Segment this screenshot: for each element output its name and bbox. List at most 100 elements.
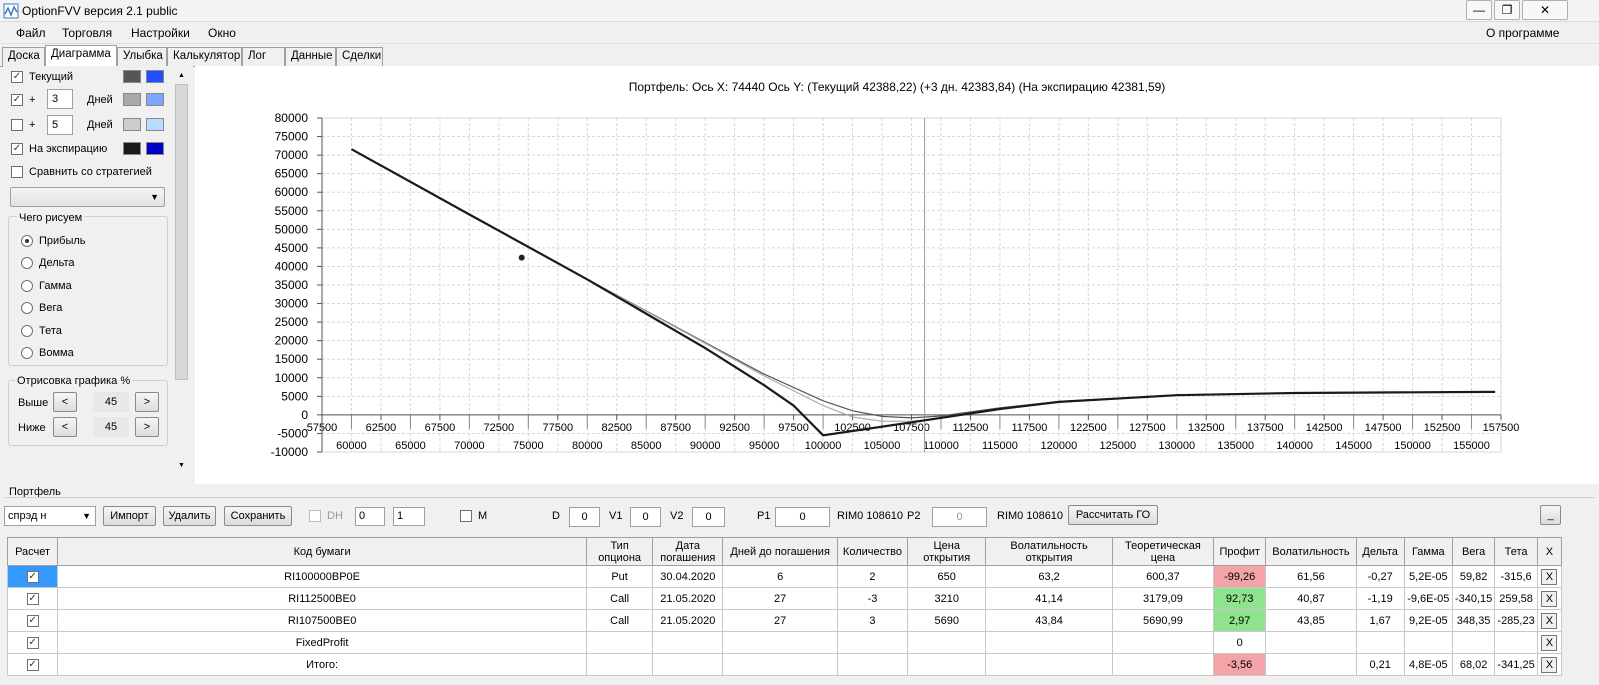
- expiry-color2-swatch[interactable]: [146, 142, 164, 155]
- radio-theta[interactable]: [21, 325, 33, 337]
- row-calc-checkbox[interactable]: ✓: [26, 592, 39, 605]
- above-dec-button[interactable]: <: [53, 392, 77, 412]
- radio-vega[interactable]: [21, 302, 33, 314]
- current-color2-swatch[interactable]: [146, 70, 164, 83]
- plus2-days-input[interactable]: 5: [47, 115, 73, 135]
- row-remove-cell[interactable]: X: [1536, 565, 1563, 588]
- v1-field[interactable]: 0: [630, 507, 661, 527]
- row-calc-checkbox[interactable]: ✓: [26, 614, 39, 627]
- tab-data[interactable]: Данные: [285, 47, 336, 66]
- menu-about[interactable]: О программе: [1486, 26, 1559, 40]
- calc-go-button[interactable]: Рассчитать ГО: [1068, 505, 1158, 525]
- table-row[interactable]: ✓ FixedProfit 0 X: [6, 631, 1563, 654]
- menu-settings[interactable]: Настройки: [131, 26, 190, 40]
- below-inc-button[interactable]: >: [135, 417, 159, 437]
- portfolio-selector[interactable]: спрэд н ▼: [4, 506, 96, 526]
- expiry-checkbox[interactable]: ✓: [11, 143, 23, 155]
- tab-diagram[interactable]: Диаграмма: [45, 45, 117, 67]
- col-delta[interactable]: Дельта: [1355, 537, 1405, 566]
- scroll-down-icon[interactable]: ▼: [178, 462, 185, 469]
- tab-calculator[interactable]: Калькулятор: [167, 47, 242, 66]
- import-button[interactable]: Импорт: [103, 506, 156, 526]
- col-open-price[interactable]: Цена открытия: [907, 537, 987, 566]
- save-button[interactable]: Сохранить: [224, 506, 292, 526]
- dh-spinner-2[interactable]: 1: [393, 507, 425, 526]
- dh-spinner-1[interactable]: 0: [355, 507, 385, 526]
- d-field[interactable]: 0: [569, 507, 600, 527]
- expiry-color1-swatch[interactable]: [123, 142, 141, 155]
- col-expiry-date[interactable]: Дата погашения: [652, 537, 724, 566]
- col-theor-price[interactable]: Теоретическая цена: [1111, 537, 1215, 566]
- row-calc-checkbox[interactable]: ✓: [26, 570, 39, 583]
- col-type[interactable]: Тип опциона: [585, 537, 654, 566]
- plus1-color1-swatch[interactable]: [123, 93, 141, 106]
- scroll-up-icon[interactable]: ▲: [178, 72, 185, 79]
- row-remove-button[interactable]: X: [1541, 612, 1558, 629]
- col-qty[interactable]: Количество: [836, 537, 909, 566]
- radio-gamma[interactable]: [21, 280, 33, 292]
- col-profit[interactable]: Профит: [1213, 537, 1267, 566]
- v2-field[interactable]: 0: [692, 507, 725, 527]
- plus1-days-input[interactable]: 3: [47, 89, 73, 109]
- row-calc-checkbox[interactable]: ✓: [26, 636, 39, 649]
- plus1-checkbox[interactable]: ✓: [11, 94, 23, 106]
- radio-profit[interactable]: [21, 235, 33, 247]
- dh-checkbox[interactable]: [309, 510, 321, 522]
- m-checkbox[interactable]: [460, 510, 472, 522]
- current-checkbox[interactable]: ✓: [11, 71, 23, 83]
- col-open-vol[interactable]: Волатильность открытия: [985, 537, 1113, 566]
- compare-checkbox[interactable]: [11, 166, 23, 178]
- strategy-dropdown[interactable]: ▼: [10, 187, 165, 207]
- plus2-color1-swatch[interactable]: [123, 118, 141, 131]
- row-calc-checkbox-cell[interactable]: ✓: [6, 631, 59, 654]
- row-remove-cell[interactable]: X: [1536, 609, 1563, 632]
- table-row[interactable]: ✓ Итого: -3,56 0,21 4,8E-05 68,02 -341,25 X: [6, 653, 1563, 676]
- radio-vomma[interactable]: [21, 347, 33, 359]
- row-remove-cell[interactable]: X: [1536, 653, 1563, 676]
- plus2-color2-swatch[interactable]: [146, 118, 164, 131]
- col-code[interactable]: Код бумаги: [57, 537, 587, 566]
- tab-smile[interactable]: Улыбка: [117, 47, 167, 66]
- row-calc-checkbox-cell[interactable]: ✓: [6, 653, 59, 676]
- profit-chart[interactable]: 8000075000700006500060000550005000045000…: [195, 66, 1599, 484]
- col-vol[interactable]: Волатильность: [1265, 537, 1357, 566]
- col-days[interactable]: Дней до погашения: [722, 537, 838, 566]
- left-scrollbar[interactable]: ▲ ▼: [174, 70, 190, 474]
- row-remove-button[interactable]: X: [1541, 656, 1558, 673]
- tab-log[interactable]: Лог: [242, 47, 285, 66]
- row-calc-checkbox-cell[interactable]: ✓: [6, 587, 59, 610]
- menu-file[interactable]: Файл: [16, 26, 46, 40]
- tab-deals[interactable]: Сделки: [336, 47, 383, 66]
- col-theta[interactable]: Тета: [1494, 537, 1538, 566]
- row-remove-button[interactable]: X: [1541, 634, 1558, 651]
- close-button[interactable]: ✕: [1522, 0, 1568, 20]
- p2-field[interactable]: 0: [932, 507, 987, 527]
- row-remove-button[interactable]: X: [1541, 568, 1558, 585]
- row-remove-cell[interactable]: X: [1536, 631, 1563, 654]
- radio-delta[interactable]: [21, 257, 33, 269]
- row-calc-checkbox-cell[interactable]: ✓: [6, 609, 59, 632]
- minimize-button[interactable]: —: [1466, 0, 1492, 20]
- below-dec-button[interactable]: <: [53, 417, 77, 437]
- current-color1-swatch[interactable]: [123, 70, 141, 83]
- row-calc-checkbox[interactable]: ✓: [26, 658, 39, 671]
- col-vega[interactable]: Вега: [1451, 537, 1496, 566]
- table-row[interactable]: ✓ RI100000BP0E Put 30.04.2020 6 2 650 63,2 600,3…: [6, 565, 1563, 588]
- tab-board[interactable]: Доска: [2, 47, 45, 66]
- scroll-thumb[interactable]: [175, 84, 188, 380]
- table-row[interactable]: ✓ RI107500BE0 Call 21.05.2020 27 3 5690 43,84 56…: [6, 609, 1563, 632]
- delete-button[interactable]: Удалить: [163, 506, 216, 526]
- col-calc[interactable]: Расчет: [6, 537, 59, 566]
- menu-trading[interactable]: Торговля: [62, 26, 112, 40]
- table-row[interactable]: ✓ RI112500BE0 Call 21.05.2020 27 -3 3210 41,14 3…: [6, 587, 1563, 610]
- row-remove-button[interactable]: X: [1541, 590, 1558, 607]
- plus1-color2-swatch[interactable]: [146, 93, 164, 106]
- above-inc-button[interactable]: >: [135, 392, 159, 412]
- restore-button[interactable]: ❐: [1494, 0, 1520, 20]
- row-remove-cell[interactable]: X: [1536, 587, 1563, 610]
- p1-field[interactable]: 0: [775, 507, 830, 527]
- collapse-button[interactable]: _: [1540, 505, 1561, 525]
- row-calc-checkbox-cell[interactable]: ✓: [6, 565, 59, 588]
- menu-window[interactable]: Окно: [208, 26, 236, 40]
- col-gamma[interactable]: Гамма: [1403, 537, 1453, 566]
